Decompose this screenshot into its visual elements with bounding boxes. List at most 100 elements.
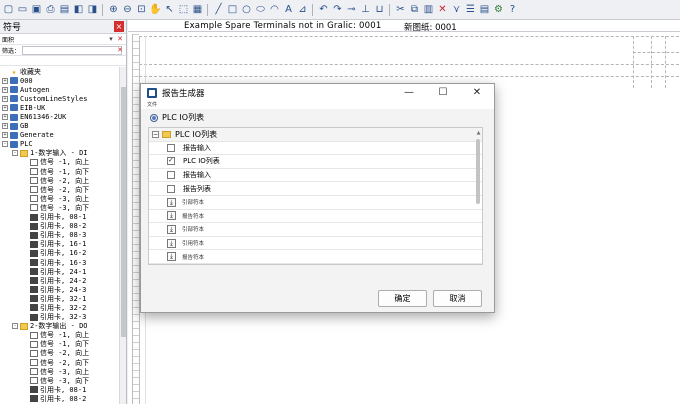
folder-icon [20, 322, 28, 330]
save-icon[interactable]: ▣ [30, 3, 43, 17]
connect-icon[interactable]: ⊸ [345, 3, 358, 17]
tree-node[interactable]: + CustomLineStyles [0, 94, 119, 103]
delete-icon[interactable]: ✕ [436, 3, 449, 17]
collapse-icon[interactable]: − [152, 130, 159, 138]
tree-node-label: EN61346-2UK [20, 113, 67, 122]
collapse-icon[interactable]: - [2, 141, 8, 148]
collapse-icon[interactable]: - [12, 150, 18, 157]
dialog-close-button[interactable]: ✕ [460, 84, 494, 101]
page-setup-icon[interactable]: ▤ [58, 3, 71, 17]
cancel-button[interactable]: 取消 [433, 290, 482, 307]
arc-icon[interactable]: ◠ [268, 3, 281, 17]
window-select-icon[interactable]: ⬚ [177, 3, 190, 17]
expand-icon[interactable]: + [2, 95, 8, 102]
tree-node[interactable]: + Generate [0, 131, 119, 140]
report-template-row[interactable]: ⤓ 引部符本 [149, 196, 482, 210]
template-doc-icon: ⤓ [167, 224, 176, 234]
expand-icon[interactable]: + [2, 77, 8, 84]
ellipse-icon[interactable]: ⬭ [254, 3, 267, 17]
report-option-row[interactable]: 报告输入 [149, 169, 482, 183]
select-icon[interactable]: ↖ [163, 3, 176, 17]
zoom-window-icon[interactable]: ⊡ [135, 3, 148, 17]
line-icon[interactable]: ╱ [212, 3, 225, 17]
report-option-row[interactable]: 报告列表 [149, 182, 482, 196]
paste-icon[interactable]: ▥ [422, 3, 435, 17]
settings-icon[interactable]: ⚙ [492, 3, 505, 17]
report-option-row[interactable]: 报告输入 [149, 142, 482, 156]
tree-scrollbar[interactable] [119, 67, 126, 404]
undo-icon[interactable]: ↶ [317, 3, 330, 17]
report-list-scrollbar[interactable]: ▲ [476, 131, 481, 263]
circle-icon[interactable]: ○ [240, 3, 253, 17]
undo-page-icon[interactable]: ◧ [72, 3, 85, 17]
copy-icon[interactable]: ⧉ [408, 3, 421, 17]
report-template-row[interactable]: ⤓ 引部符本 [149, 223, 482, 237]
clear-icon[interactable]: ✕ [116, 35, 124, 43]
report-option-checkbox[interactable] [167, 171, 175, 180]
frame-border-row2 [139, 76, 679, 77]
symbol-icon [30, 195, 38, 203]
report-template-row[interactable]: ⤓ 报告符本 [149, 250, 482, 264]
new-file-icon[interactable]: ▢ [2, 3, 15, 17]
pan-icon[interactable]: ✋ [149, 3, 162, 17]
report-list-scrollbar-thumb[interactable] [476, 139, 480, 204]
break-icon[interactable]: ⋎ [450, 3, 463, 17]
rectangle-icon[interactable]: □ [226, 3, 239, 17]
minimize-button[interactable]: — [392, 84, 426, 101]
panel-title-bar: 符号 × [0, 20, 126, 34]
report-option-checkbox[interactable] [167, 143, 175, 152]
frame-border-col1 [633, 36, 634, 88]
tree-node[interactable]: + Autogen [0, 85, 119, 94]
report-root-node[interactable]: PLC IO列表 [148, 111, 488, 124]
library-icon [10, 95, 18, 103]
expand-icon[interactable]: + [2, 132, 8, 139]
frame-border-row1 [139, 64, 679, 65]
list-icon[interactable]: ▤ [478, 3, 491, 17]
report-template-row[interactable]: ⤓ 报告符本 [149, 210, 482, 224]
card-icon [30, 240, 38, 248]
zoom-out-icon[interactable]: ⊖ [121, 3, 134, 17]
expand-icon[interactable]: + [2, 114, 8, 121]
properties-icon[interactable]: ☰ [464, 3, 477, 17]
dialog-menu-file[interactable]: 文件 [141, 101, 494, 109]
zoom-in-icon[interactable]: ⊕ [107, 3, 120, 17]
wire-icon[interactable]: ⊔ [373, 3, 386, 17]
report-option-checkbox[interactable] [167, 184, 175, 193]
scroll-up-icon[interactable]: ▲ [476, 131, 481, 136]
open-folder-icon[interactable]: ▭ [16, 3, 29, 17]
template-doc-icon: ⤓ [167, 211, 176, 221]
collapse-icon[interactable]: - [12, 323, 18, 330]
report-group-node[interactable]: − PLC IO列表 [149, 128, 482, 142]
expand-icon[interactable]: + [2, 104, 8, 111]
tree-node[interactable]: ★ 收藏夹 [0, 67, 119, 76]
redo-page-icon[interactable]: ◨ [86, 3, 99, 17]
tree-node[interactable]: + GB [0, 122, 119, 131]
expand-icon[interactable]: + [2, 123, 8, 130]
cut-icon[interactable]: ✂ [394, 3, 407, 17]
filter-clear-icon[interactable]: ✕ [116, 46, 124, 54]
report-template-row[interactable]: ⤓ 引用符本 [149, 237, 482, 251]
expand-icon[interactable]: + [2, 86, 8, 93]
panel-close-button[interactable]: × [114, 21, 124, 32]
align-icon[interactable]: ⊿ [296, 3, 309, 17]
symbol-icon [30, 359, 38, 367]
redo-icon[interactable]: ↷ [331, 3, 344, 17]
toolbar-separator [389, 3, 391, 16]
report-option-row[interactable]: PLC IO列表 [149, 155, 482, 169]
report-option-checkbox[interactable] [167, 156, 175, 166]
terminal-icon[interactable]: ⊥ [359, 3, 372, 17]
grid-icon[interactable]: ▦ [191, 3, 204, 17]
filter-icon[interactable]: ▾ [107, 35, 115, 43]
tree-node[interactable]: +000 [0, 76, 119, 85]
report-template-label: 引部符本 [182, 200, 205, 207]
help-icon[interactable]: ? [506, 3, 519, 17]
text-icon[interactable]: A [282, 3, 295, 17]
print-icon[interactable]: ⎙ [44, 3, 57, 17]
tree-scrollbar-thumb[interactable] [121, 87, 126, 337]
tree-node[interactable]: + EIB-UK [0, 103, 119, 112]
filter-input[interactable] [22, 45, 123, 55]
tree-node[interactable]: + EN61346-2UK [0, 112, 119, 121]
symbol-icon [30, 177, 38, 185]
maximize-button[interactable]: ☐ [426, 84, 460, 101]
ok-button[interactable]: 确定 [378, 290, 427, 307]
